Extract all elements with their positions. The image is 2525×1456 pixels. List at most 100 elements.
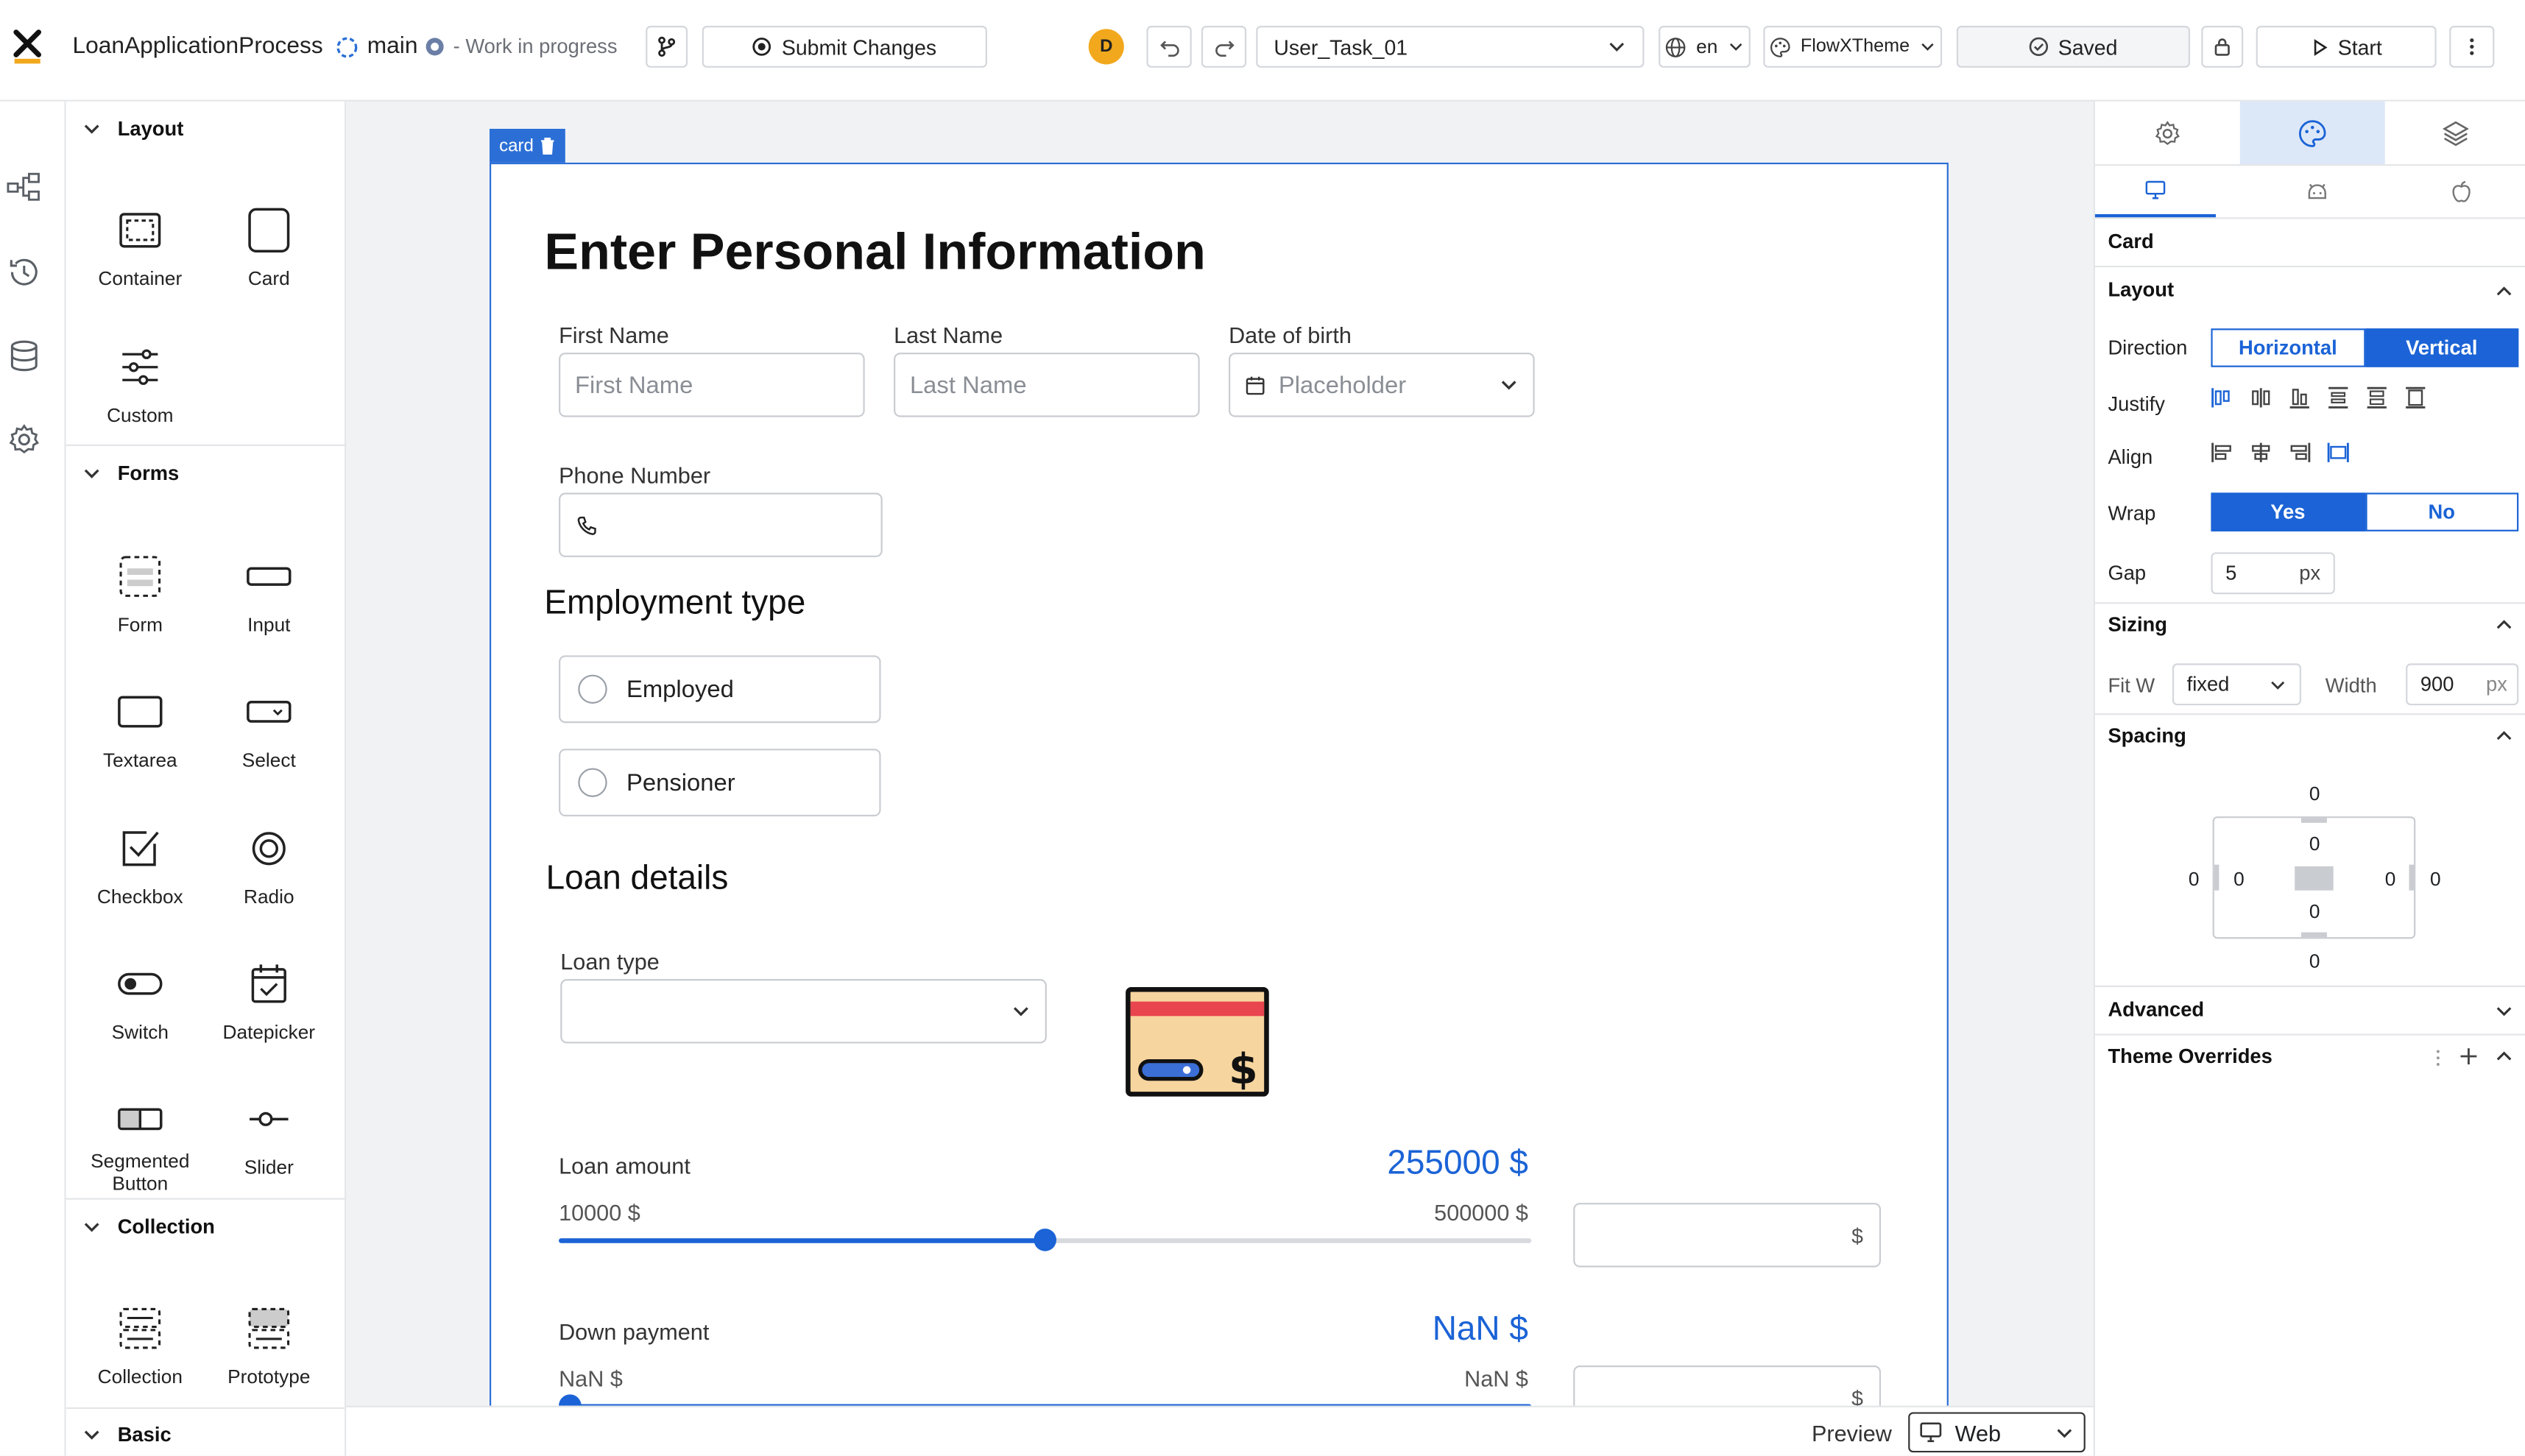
first-name-input[interactable]: First Name: [559, 353, 865, 417]
margin-right-value[interactable]: 0: [2430, 868, 2441, 891]
justify-stretch-icon[interactable]: [2404, 386, 2427, 409]
layout-section-header[interactable]: Layout: [2108, 278, 2174, 301]
git-branch-button[interactable]: [646, 26, 688, 68]
sizing-section-header[interactable]: Sizing: [2108, 613, 2167, 636]
branch-selector[interactable]: main - Work in progress: [335, 26, 632, 68]
chevron-up-icon[interactable]: [2494, 282, 2513, 301]
padding-left-value[interactable]: 0: [2233, 868, 2245, 891]
padding-right-value[interactable]: 0: [2385, 868, 2396, 891]
tab-layers[interactable]: [2385, 102, 2525, 164]
palette-item-slider[interactable]: Slider: [205, 1095, 333, 1208]
card-component[interactable]: Enter Personal Information First Name Fi…: [490, 162, 1949, 1406]
palette-item-switch[interactable]: Switch: [76, 960, 205, 1072]
palette-item-form[interactable]: Form: [76, 552, 205, 665]
palette-item-select[interactable]: Select: [205, 688, 333, 800]
tab-web-platform[interactable]: [2094, 166, 2216, 218]
section-header-collection[interactable]: Collection: [66, 1203, 345, 1251]
app-logo[interactable]: [13, 29, 42, 64]
margin-bottom-value[interactable]: 0: [2309, 950, 2320, 973]
justify-center-icon[interactable]: [2250, 386, 2272, 409]
palette-item-textarea[interactable]: Textarea: [76, 688, 205, 800]
add-icon[interactable]: [2459, 1047, 2478, 1066]
wrap-toggle[interactable]: Yes No: [2211, 492, 2519, 531]
radio-option-pensioner[interactable]: Pensioner: [559, 749, 881, 817]
user-task-select[interactable]: User_Task_01: [1256, 26, 1645, 68]
align-center-icon[interactable]: [2250, 441, 2272, 464]
direction-vertical[interactable]: Vertical: [2365, 328, 2519, 367]
tab-android-platform[interactable]: [2256, 166, 2377, 217]
section-header-layout[interactable]: Layout: [66, 105, 345, 153]
tab-styles[interactable]: [2239, 101, 2385, 165]
palette-item-segmented-button[interactable]: Segmented Button: [76, 1095, 205, 1208]
palette-item-datepicker[interactable]: Datepicker: [205, 960, 333, 1072]
section-header-basic[interactable]: Basic: [66, 1410, 345, 1455]
align-end-icon[interactable]: [2288, 441, 2311, 464]
radio-option-employed[interactable]: Employed: [559, 655, 881, 724]
process-tree-icon[interactable]: [7, 169, 42, 205]
margin-top-value[interactable]: 0: [2309, 782, 2320, 805]
palette-item-checkbox[interactable]: Checkbox: [76, 824, 205, 937]
width-input[interactable]: 900 px: [2406, 663, 2519, 706]
dob-datepicker[interactable]: Placeholder: [1229, 353, 1535, 417]
phone-input[interactable]: [559, 492, 883, 557]
selected-component-tag[interactable]: card: [490, 129, 566, 163]
tab-ios-platform[interactable]: [2401, 166, 2522, 217]
chevron-down-icon[interactable]: [2494, 1002, 2513, 1021]
margin-left-value[interactable]: 0: [2189, 868, 2200, 891]
more-options-button[interactable]: [2449, 26, 2495, 68]
submit-changes-button[interactable]: Submit Changes: [702, 26, 987, 68]
justify-space-between-icon[interactable]: [2327, 386, 2350, 409]
drag-handle-icon[interactable]: [2435, 1048, 2442, 1067]
theme-overrides-section-header[interactable]: Theme Overrides: [2108, 1045, 2272, 1068]
palette-item-prototype[interactable]: Prototype: [205, 1304, 333, 1417]
align-stretch-icon[interactable]: [2327, 441, 2350, 464]
loan-type-select[interactable]: [560, 979, 1047, 1044]
theme-select[interactable]: FlowXTheme: [1763, 26, 1943, 68]
palette-item-input[interactable]: Input: [205, 552, 333, 665]
loan-amount-slider[interactable]: [559, 1229, 1532, 1251]
justify-space-around-icon[interactable]: [2365, 386, 2388, 409]
padding-handle-bottom[interactable]: [2300, 932, 2327, 938]
palette-item-container[interactable]: Container: [76, 206, 205, 319]
chevron-up-icon[interactable]: [2494, 727, 2513, 746]
align-start-icon[interactable]: [2211, 441, 2233, 464]
justify-end-icon[interactable]: [2288, 386, 2311, 409]
padding-handle-left[interactable]: [2214, 864, 2219, 891]
language-select[interactable]: en: [1659, 26, 1751, 68]
trash-icon[interactable]: [540, 137, 557, 155]
start-button[interactable]: Start: [2256, 26, 2437, 68]
wrap-yes[interactable]: Yes: [2211, 492, 2365, 531]
padding-bottom-value[interactable]: 0: [2309, 900, 2320, 923]
direction-toggle[interactable]: Horizontal Vertical: [2211, 328, 2519, 367]
loan-amount-input[interactable]: $: [1573, 1203, 1881, 1268]
palette-item-card[interactable]: Card: [205, 206, 333, 319]
direction-horizontal[interactable]: Horizontal: [2211, 328, 2365, 367]
tab-settings[interactable]: [2095, 102, 2240, 164]
slider-thumb[interactable]: [559, 1394, 582, 1406]
settings-icon[interactable]: [7, 422, 42, 457]
palette-item-collection[interactable]: Collection: [76, 1304, 205, 1417]
chevron-up-icon[interactable]: [2494, 615, 2513, 635]
down-payment-input[interactable]: $: [1573, 1365, 1881, 1406]
last-name-input[interactable]: Last Name: [894, 353, 1200, 417]
redo-button[interactable]: [1201, 26, 1247, 68]
wrap-no[interactable]: No: [2365, 492, 2519, 531]
palette-item-custom[interactable]: Custom: [76, 343, 205, 456]
justify-start-icon[interactable]: [2211, 386, 2233, 409]
padding-handle-right[interactable]: [2409, 864, 2415, 891]
fit-width-select[interactable]: fixed: [2172, 663, 2301, 706]
gap-input[interactable]: 5 px: [2211, 552, 2335, 595]
undo-button[interactable]: [1146, 26, 1192, 68]
padding-top-value[interactable]: 0: [2309, 833, 2320, 855]
section-header-forms[interactable]: Forms: [66, 449, 345, 498]
saved-status-button[interactable]: Saved: [1956, 26, 2190, 68]
slider-thumb[interactable]: [1034, 1229, 1056, 1251]
chevron-up-icon[interactable]: [2494, 1047, 2513, 1066]
user-avatar[interactable]: D: [1088, 29, 1124, 65]
history-icon[interactable]: [7, 255, 42, 290]
platform-select[interactable]: Web: [1908, 1412, 2086, 1453]
spacing-section-header[interactable]: Spacing: [2108, 724, 2186, 747]
palette-item-radio[interactable]: Radio: [205, 824, 333, 937]
database-icon[interactable]: [7, 338, 42, 373]
advanced-section-header[interactable]: Advanced: [2108, 998, 2204, 1021]
